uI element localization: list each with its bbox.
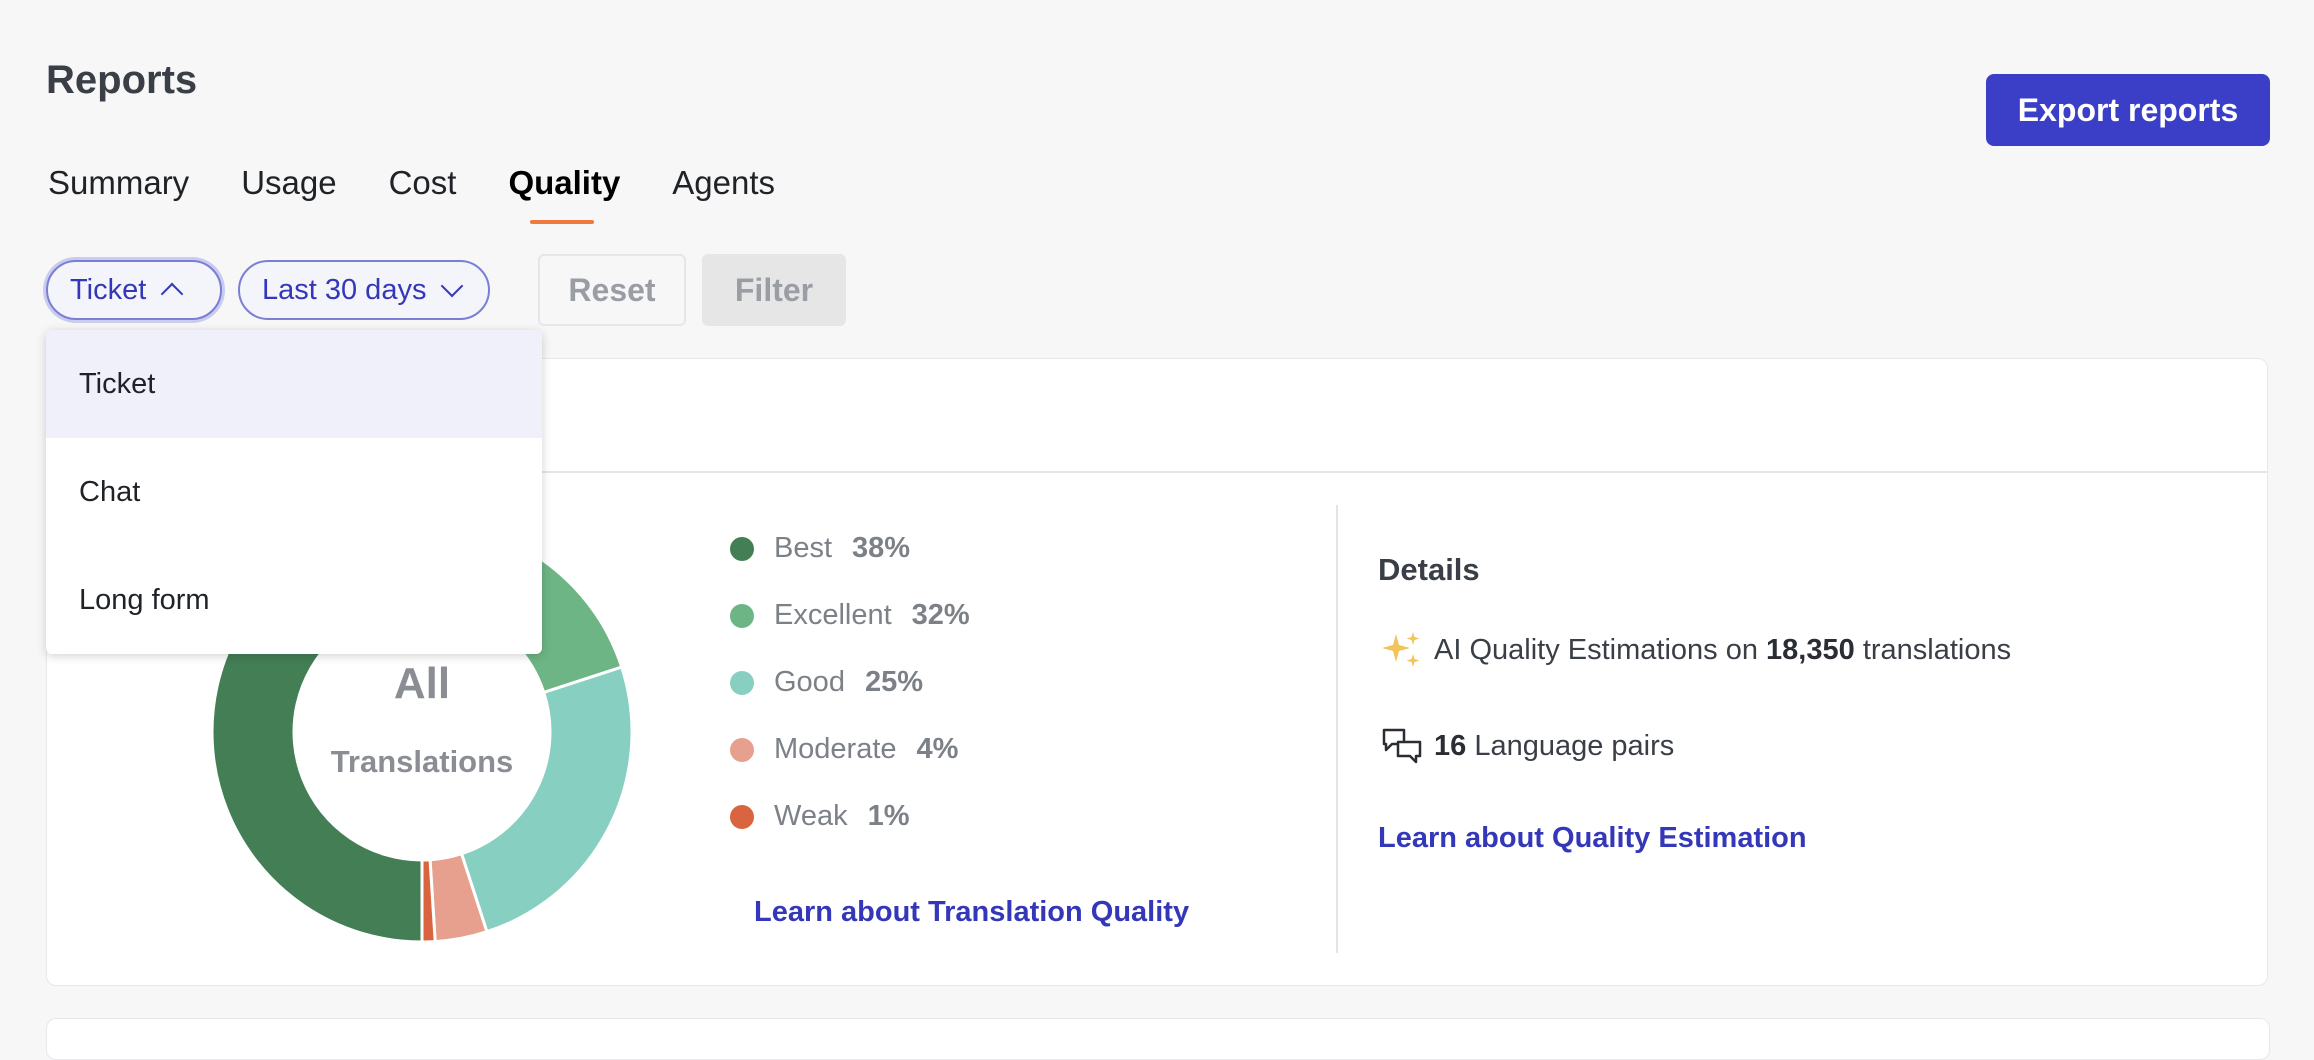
legend-percent: 32% bbox=[911, 599, 970, 631]
legend-item-good: Good 25% bbox=[730, 666, 970, 699]
menu-item-ticket[interactable]: Ticket bbox=[46, 330, 542, 438]
date-range-value: Last 30 days bbox=[262, 273, 427, 306]
learn-translation-quality-link[interactable]: Learn about Translation Quality bbox=[754, 896, 1189, 929]
tab-cost[interactable]: Cost bbox=[389, 164, 457, 202]
legend-percent: 25% bbox=[864, 666, 923, 698]
legend-label: Weak bbox=[774, 800, 848, 832]
type-filter-dropdown[interactable]: Ticket bbox=[46, 260, 222, 320]
legend-dot bbox=[730, 536, 754, 561]
legend-dot bbox=[730, 737, 754, 762]
section-divider bbox=[1336, 505, 1338, 953]
estimations-suffix: translations bbox=[1862, 633, 2012, 666]
legend-item-moderate: Moderate 4% bbox=[730, 733, 970, 766]
legend-item-excellent: Excellent 32% bbox=[730, 599, 970, 632]
legend-item-best: Best 38% bbox=[730, 532, 970, 565]
legend-item-weak: Weak 1% bbox=[730, 800, 970, 833]
chat-bubbles-icon bbox=[1382, 728, 1422, 764]
next-card bbox=[46, 1018, 2270, 1060]
estimations-prefix: AI Quality Estimations on bbox=[1434, 633, 1758, 666]
estimations-row: AI Quality Estimations on 18,350 transla… bbox=[1380, 628, 2011, 672]
export-reports-button[interactable]: Export reports bbox=[1986, 74, 2270, 146]
legend-percent: 38% bbox=[852, 532, 911, 564]
legend-percent: 4% bbox=[916, 733, 959, 765]
language-pairs-label: Language pairs bbox=[1474, 729, 1675, 762]
details-title: Details bbox=[1378, 552, 1480, 587]
filter-button[interactable]: Filter bbox=[702, 254, 846, 326]
page-title: Reports bbox=[46, 58, 198, 102]
menu-item-long-form[interactable]: Long form bbox=[46, 546, 542, 654]
language-pairs-count: 16 bbox=[1434, 729, 1467, 762]
language-pairs-row: 16 Language pairs bbox=[1380, 724, 1674, 768]
tab-agents[interactable]: Agents bbox=[672, 164, 775, 202]
tab-summary[interactable]: Summary bbox=[48, 164, 189, 202]
donut-center-subtitle: Translations bbox=[331, 744, 514, 779]
legend-label: Excellent bbox=[774, 599, 892, 631]
tab-usage[interactable]: Usage bbox=[241, 164, 336, 202]
legend-label: Good bbox=[774, 666, 845, 698]
legend-label: Best bbox=[774, 532, 833, 564]
chevron-down-icon bbox=[441, 274, 464, 298]
estimations-count: 18,350 bbox=[1766, 633, 1855, 666]
reset-button[interactable]: Reset bbox=[538, 254, 686, 326]
sparkles-icon bbox=[1382, 632, 1420, 667]
donut-center-title: All bbox=[394, 659, 450, 708]
donut-slice-good bbox=[459, 665, 634, 934]
legend-label: Moderate bbox=[774, 733, 897, 765]
type-filter-menu: Ticket Chat Long form bbox=[46, 330, 542, 654]
quality-legend: Best 38% Excellent 32% Good 25% Moderate… bbox=[730, 532, 970, 833]
legend-dot bbox=[730, 603, 754, 628]
date-range-dropdown[interactable]: Last 30 days bbox=[238, 260, 490, 320]
legend-dot bbox=[730, 670, 754, 695]
learn-quality-estimation-link[interactable]: Learn about Quality Estimation bbox=[1378, 822, 1807, 855]
tab-quality[interactable]: Quality bbox=[508, 164, 620, 224]
legend-percent: 1% bbox=[867, 800, 910, 832]
type-filter-value: Ticket bbox=[70, 273, 147, 306]
menu-item-chat[interactable]: Chat bbox=[46, 438, 542, 546]
chevron-up-icon bbox=[160, 282, 184, 306]
legend-dot bbox=[730, 804, 754, 829]
report-tabs: Summary Usage Cost Quality Agents bbox=[48, 164, 827, 224]
